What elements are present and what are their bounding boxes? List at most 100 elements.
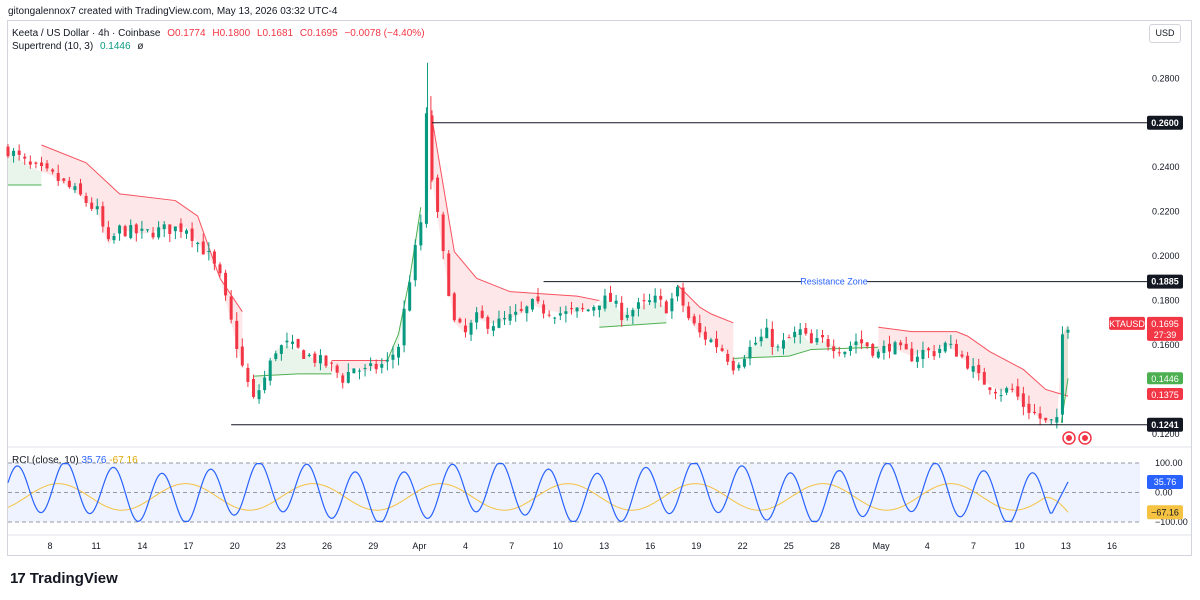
candle	[625, 315, 629, 318]
candle	[229, 296, 233, 320]
candle	[1010, 388, 1014, 390]
candle	[927, 348, 931, 351]
candle	[960, 354, 964, 357]
candle	[84, 195, 88, 203]
candle	[190, 228, 194, 241]
candle	[218, 264, 222, 274]
rci-signal-label: −67.16	[1151, 507, 1179, 517]
candle	[296, 339, 300, 348]
candle	[17, 150, 21, 155]
time-tick-label: 13	[599, 541, 609, 551]
candle	[631, 309, 635, 317]
time-tick-label: 22	[738, 541, 748, 551]
candle	[196, 242, 200, 245]
candle	[815, 337, 819, 343]
candle	[1027, 403, 1031, 413]
time-tick-label: 7	[971, 541, 976, 551]
rci-value-label: 35.76	[1154, 477, 1177, 487]
candle	[648, 300, 652, 303]
price-tick-label: 0.2200	[1152, 207, 1180, 217]
time-tick-label: 8	[47, 541, 52, 551]
candle	[397, 346, 401, 358]
candle	[547, 314, 551, 316]
candle	[134, 224, 138, 234]
candle	[201, 241, 205, 255]
supertrend-fill	[677, 285, 734, 365]
candle	[1066, 329, 1070, 333]
supertrend-fill	[253, 345, 332, 401]
tradingview-brand[interactable]: 17 TradingView	[10, 570, 118, 587]
candle	[754, 342, 758, 345]
candle	[954, 343, 958, 357]
candle	[12, 150, 16, 156]
price-chart[interactable]: 0.26000.1885Resistance Zone0.12410.28000…	[0, 0, 1200, 600]
time-tick-label: 20	[230, 541, 240, 551]
price-label: 0.1446	[1151, 374, 1179, 384]
time-tick-label: 4	[463, 541, 468, 551]
candle	[508, 314, 512, 321]
resistance-zone-label: Resistance Zone	[800, 277, 868, 287]
candle	[860, 339, 864, 344]
candle	[1049, 419, 1053, 421]
candle	[999, 395, 1003, 397]
candle	[982, 371, 986, 385]
candle	[603, 295, 607, 309]
candle	[1016, 386, 1020, 397]
candle	[664, 301, 668, 314]
price-label: 0.1375	[1151, 390, 1179, 400]
candle	[1060, 334, 1064, 415]
candle	[402, 308, 406, 346]
candle	[893, 342, 897, 355]
candle	[915, 356, 919, 362]
candle	[90, 202, 94, 209]
time-tick-label: 25	[784, 541, 794, 551]
candle	[776, 346, 780, 348]
time-tick-label: 14	[137, 541, 147, 551]
candle	[291, 341, 295, 344]
candle	[357, 370, 361, 372]
candle	[168, 224, 172, 234]
candle	[307, 354, 311, 356]
candle	[597, 305, 601, 310]
price-tick-label: 0.1600	[1152, 340, 1180, 350]
candle	[123, 226, 127, 237]
candle	[302, 350, 306, 359]
candle	[1033, 411, 1037, 413]
candle	[871, 344, 875, 356]
candle	[642, 300, 646, 302]
brand-name: TradingView	[29, 570, 118, 587]
candle	[1038, 413, 1042, 419]
candle	[95, 206, 99, 210]
time-tick-label: 28	[830, 541, 840, 551]
time-tick-label: 23	[276, 541, 286, 551]
time-tick-label: 10	[1015, 541, 1025, 551]
candle	[781, 340, 785, 349]
candle	[1044, 417, 1048, 421]
candle	[731, 360, 735, 371]
candle	[759, 336, 763, 342]
candle	[185, 230, 189, 234]
candle	[67, 180, 71, 187]
candle	[279, 345, 283, 354]
candle	[687, 306, 691, 319]
candle	[910, 348, 914, 362]
candle	[240, 346, 244, 366]
candle	[246, 367, 250, 382]
candle	[848, 345, 852, 351]
symbol-tag: KTAUSD	[1109, 319, 1145, 329]
candle	[157, 227, 161, 238]
candle	[765, 327, 769, 339]
candle	[675, 286, 679, 297]
candle	[469, 322, 473, 335]
candle	[79, 183, 83, 195]
candle	[112, 236, 116, 241]
candle	[798, 329, 802, 335]
candle	[709, 339, 713, 342]
price-label: 0.1695	[1151, 319, 1179, 329]
time-tick-label: 11	[92, 541, 101, 551]
candle	[118, 225, 122, 234]
candle	[904, 343, 908, 350]
candle	[837, 352, 841, 354]
candle	[62, 178, 66, 181]
candle	[207, 251, 211, 253]
